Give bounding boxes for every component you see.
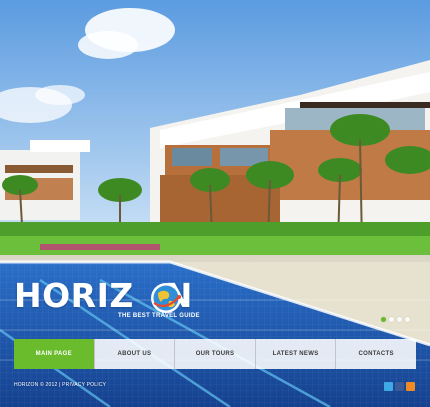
slider-dot[interactable] xyxy=(389,317,394,322)
slider-dot[interactable] xyxy=(397,317,402,322)
nav-latest-news[interactable]: LATEST NEWS xyxy=(254,339,336,369)
nav-contacts[interactable]: CONTACTS xyxy=(335,339,416,369)
brand-logo[interactable]: HORIZN THE BEST TRAVEL GUIDE xyxy=(14,276,199,326)
social-links xyxy=(384,382,415,391)
slider-dot[interactable] xyxy=(381,317,386,322)
slider-pagination xyxy=(381,317,410,322)
nav-main-page[interactable]: MAIN PAGE xyxy=(14,339,94,369)
page: HORIZN THE BEST TRAVEL GUIDE MAIN PAGE A… xyxy=(0,0,430,407)
privacy-policy-link[interactable]: PRIVACY POLICY xyxy=(62,382,106,388)
rss-icon[interactable] xyxy=(406,382,415,391)
copyright-text: HORIZON © 2012 xyxy=(14,382,58,388)
twitter-icon[interactable] xyxy=(384,382,393,391)
nav-our-tours[interactable]: OUR TOURS xyxy=(174,339,255,369)
footer-separator: | xyxy=(59,382,61,388)
brand-name-part1: HORIZ xyxy=(14,276,134,315)
main-nav: MAIN PAGE ABOUT US OUR TOURS LATEST NEWS… xyxy=(14,339,416,369)
brand-tagline: THE BEST TRAVEL GUIDE xyxy=(118,313,200,319)
footer: HORIZON © 2012 | PRIVACY POLICY xyxy=(14,382,106,388)
nav-about-us[interactable]: ABOUT US xyxy=(93,339,175,369)
globe-icon xyxy=(151,283,181,313)
facebook-icon[interactable] xyxy=(395,382,404,391)
slider-dot[interactable] xyxy=(405,317,410,322)
